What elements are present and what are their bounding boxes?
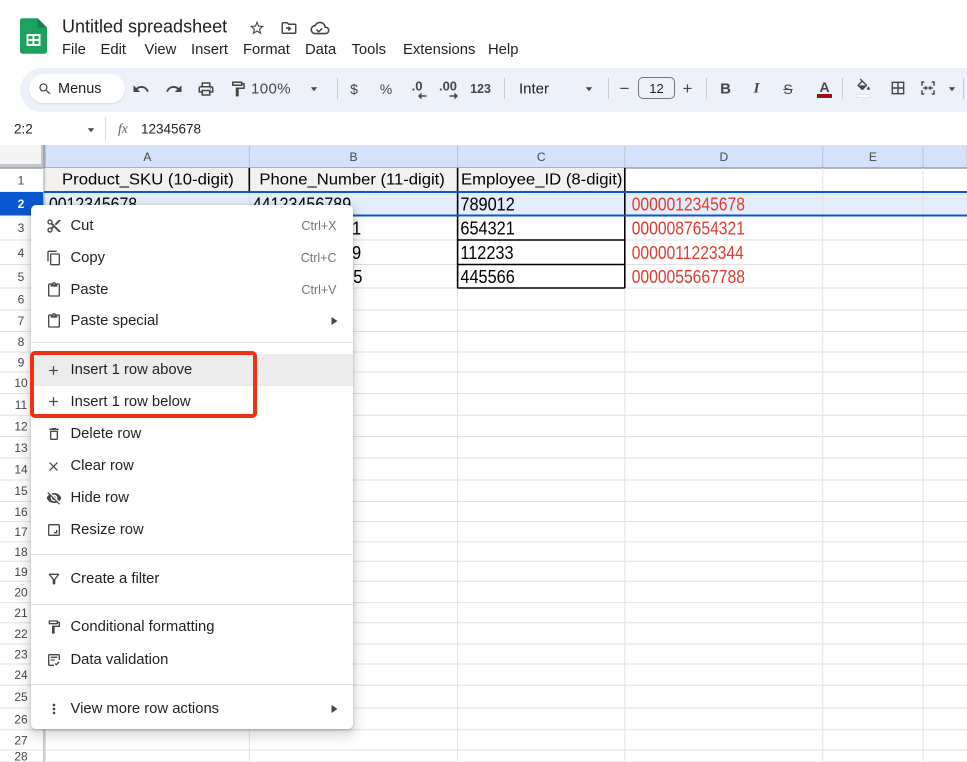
svg-text:0000055667788: 0000055667788 <box>632 266 745 288</box>
svg-text:0000012345678: 0000012345678 <box>632 193 745 215</box>
svg-text:0000011223344: 0000011223344 <box>632 242 744 264</box>
svg-text:16: 16 <box>14 505 28 519</box>
svg-text:19: 19 <box>14 565 28 579</box>
svg-text:24: 24 <box>14 668 28 682</box>
svg-text:Phone_Number (11-digit): Phone_Number (11-digit) <box>259 172 444 188</box>
svg-text:789012: 789012 <box>460 194 514 215</box>
svg-text:654321: 654321 <box>460 218 514 239</box>
svg-text:7: 7 <box>18 314 25 328</box>
svg-text:10: 10 <box>14 376 28 390</box>
svg-text:13: 13 <box>14 441 28 455</box>
svg-text:4: 4 <box>18 246 25 260</box>
svg-text:22: 22 <box>14 627 28 641</box>
svg-text:5: 5 <box>18 270 25 284</box>
svg-text:A: A <box>143 150 151 164</box>
svg-text:D: D <box>719 150 728 164</box>
svg-text:E: E <box>869 150 877 164</box>
svg-text:12: 12 <box>14 419 28 433</box>
svg-text:3: 3 <box>18 221 25 235</box>
svg-text:1: 1 <box>18 174 25 188</box>
svg-text:18: 18 <box>14 545 28 559</box>
svg-text:9: 9 <box>18 356 25 370</box>
svg-text:112233: 112233 <box>460 242 513 263</box>
svg-text:445566: 445566 <box>460 266 514 287</box>
svg-text:26: 26 <box>14 712 28 726</box>
svg-text:2: 2 <box>18 197 25 211</box>
svg-text:0000087654321: 0000087654321 <box>632 217 745 239</box>
svg-text:23: 23 <box>14 648 28 662</box>
svg-text:21: 21 <box>14 606 28 620</box>
svg-text:11: 11 <box>15 398 28 412</box>
svg-text:17: 17 <box>14 525 28 539</box>
svg-text:C: C <box>537 150 546 164</box>
svg-text:8: 8 <box>18 335 25 349</box>
svg-text:Product_SKU (10-digit): Product_SKU (10-digit) <box>62 172 234 188</box>
svg-text:6: 6 <box>18 293 25 307</box>
svg-text:27: 27 <box>14 733 28 747</box>
svg-text:20: 20 <box>14 586 28 600</box>
svg-text:B: B <box>349 150 357 164</box>
svg-text:Employee_ID (8-digit): Employee_ID (8-digit) <box>461 172 622 188</box>
svg-text:14: 14 <box>14 463 28 477</box>
svg-text:15: 15 <box>14 484 28 498</box>
svg-text:25: 25 <box>14 690 28 704</box>
svg-text:28: 28 <box>14 750 28 762</box>
